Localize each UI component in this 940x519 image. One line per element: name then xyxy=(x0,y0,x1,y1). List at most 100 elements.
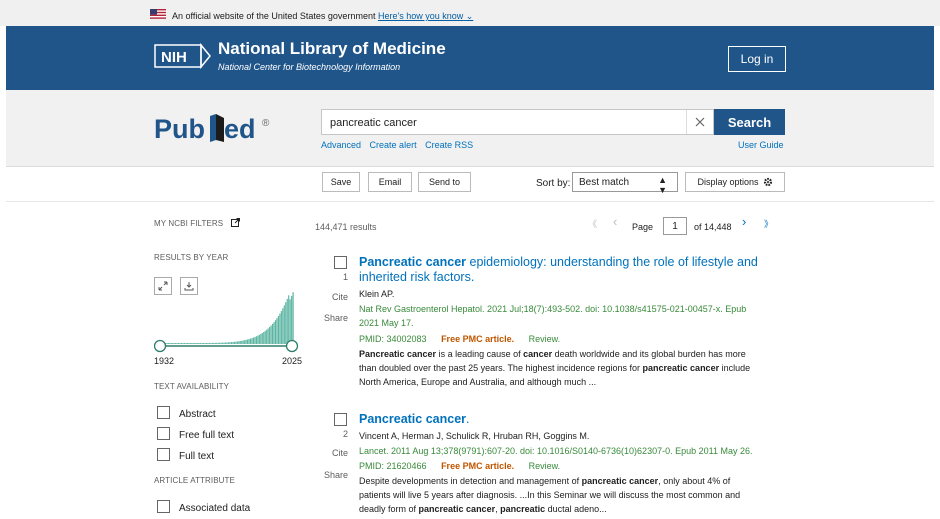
histogram-bar[interactable] xyxy=(217,342,219,344)
histogram-bar[interactable] xyxy=(273,322,275,344)
search-input[interactable] xyxy=(330,116,680,130)
histogram-bar[interactable] xyxy=(257,335,259,344)
create-rss-link[interactable]: Create RSS xyxy=(425,140,473,150)
cite-button[interactable]: Cite xyxy=(318,448,348,458)
histogram-bar[interactable] xyxy=(254,336,256,344)
checkbox[interactable] xyxy=(157,500,170,513)
histogram-bar[interactable] xyxy=(261,332,263,344)
histogram-bar[interactable] xyxy=(191,342,193,344)
histogram-bar[interactable] xyxy=(270,325,272,344)
how-you-know-link[interactable]: Here's how you know ⌄ xyxy=(378,11,473,21)
clear-search-button[interactable] xyxy=(686,110,713,134)
histogram-bar[interactable] xyxy=(241,340,243,344)
histogram-bar[interactable] xyxy=(277,315,280,344)
histogram-bar[interactable] xyxy=(251,338,253,344)
histogram-bar[interactable] xyxy=(227,342,230,344)
histogram-bar[interactable] xyxy=(238,341,240,344)
histogram-bar[interactable] xyxy=(220,342,222,344)
results-by-year-histogram[interactable] xyxy=(154,272,302,354)
histogram-bar[interactable] xyxy=(279,313,281,344)
histogram-bar[interactable] xyxy=(175,342,177,344)
histogram-bar[interactable] xyxy=(233,341,235,344)
histogram-bar[interactable] xyxy=(214,342,216,344)
histogram-bar[interactable] xyxy=(236,341,238,344)
histogram-bar[interactable] xyxy=(230,342,233,344)
histogram-bar[interactable] xyxy=(274,320,277,344)
histogram-bar[interactable] xyxy=(186,342,188,344)
histogram-bar[interactable] xyxy=(166,343,168,344)
histogram-bar[interactable] xyxy=(283,305,285,344)
histogram-bar[interactable] xyxy=(210,342,212,344)
filter-full-text[interactable]: Full text xyxy=(157,448,214,462)
sort-select[interactable]: Best match ▲ ▼ xyxy=(572,172,678,195)
histogram-bar[interactable] xyxy=(266,329,268,344)
checkbox[interactable] xyxy=(157,448,170,461)
histogram-bar[interactable] xyxy=(197,342,199,344)
histogram-bar[interactable] xyxy=(285,302,287,344)
histogram-bar[interactable] xyxy=(288,295,290,344)
histogram-bar[interactable] xyxy=(173,342,175,344)
histogram-bar[interactable] xyxy=(255,336,257,344)
login-button[interactable]: Log in xyxy=(728,46,786,72)
search-field[interactable] xyxy=(321,109,714,135)
pubmed-logo[interactable]: Pub ed ® xyxy=(154,106,284,146)
nlm-title[interactable]: National Library of Medicine xyxy=(218,39,446,59)
histogram-bar[interactable] xyxy=(178,342,180,344)
advanced-link[interactable]: Advanced xyxy=(321,140,361,150)
histogram-bar[interactable] xyxy=(213,342,215,344)
histogram-bar[interactable] xyxy=(263,331,265,344)
result-title[interactable]: Pancreatic cancer epidemiology: understa… xyxy=(359,255,758,285)
histogram-bar[interactable] xyxy=(205,342,208,344)
save-button[interactable]: Save xyxy=(322,172,360,192)
histogram-bar[interactable] xyxy=(207,342,209,344)
histogram-bar[interactable] xyxy=(286,298,288,344)
histogram-bar[interactable] xyxy=(245,339,247,344)
histogram-bar[interactable] xyxy=(194,342,196,344)
histogram-bar[interactable] xyxy=(189,342,191,344)
histogram-bar[interactable] xyxy=(258,334,260,344)
histogram-bar[interactable] xyxy=(271,323,274,344)
histogram-bar[interactable] xyxy=(249,338,252,344)
histogram-bar[interactable] xyxy=(180,342,183,344)
histogram-bar[interactable] xyxy=(195,342,197,344)
histogram-bar[interactable] xyxy=(229,342,231,344)
histogram-bar[interactable] xyxy=(185,342,187,344)
histogram-bar[interactable] xyxy=(252,337,255,344)
result-checkbox[interactable] xyxy=(334,256,347,269)
histogram-bar[interactable] xyxy=(176,342,178,344)
checkbox[interactable] xyxy=(157,406,170,419)
share-button[interactable]: Share xyxy=(318,313,348,323)
histogram-bar[interactable] xyxy=(167,343,169,344)
cite-button[interactable]: Cite xyxy=(318,292,348,302)
first-page-icon[interactable]: 《 xyxy=(588,217,597,230)
histogram-bar[interactable] xyxy=(204,342,206,344)
histogram-bar[interactable] xyxy=(169,343,171,344)
histogram-bar[interactable] xyxy=(226,342,228,344)
last-page-icon[interactable]: 》 xyxy=(764,217,773,230)
histogram-bar[interactable] xyxy=(267,328,269,344)
page-number-input[interactable]: 1 xyxy=(663,217,687,235)
display-options-button[interactable]: Display options xyxy=(685,172,785,192)
year-range-start-handle[interactable] xyxy=(154,339,167,353)
histogram-bar[interactable] xyxy=(264,330,266,344)
search-button[interactable]: Search xyxy=(714,109,785,135)
histogram-bar[interactable] xyxy=(223,342,225,344)
histogram-bar[interactable] xyxy=(269,326,271,344)
histogram-bar[interactable] xyxy=(276,318,278,344)
result-title[interactable]: Pancreatic cancer. xyxy=(359,412,470,427)
next-page-icon[interactable]: › xyxy=(742,214,746,229)
result-checkbox[interactable] xyxy=(334,413,347,426)
histogram-bar[interactable] xyxy=(239,341,241,344)
histogram-bar[interactable] xyxy=(192,342,194,344)
histogram-bar[interactable] xyxy=(292,292,294,344)
filter-free-full-text[interactable]: Free full text xyxy=(157,427,234,441)
year-range-end-handle[interactable] xyxy=(285,339,299,353)
histogram-bar[interactable] xyxy=(211,342,213,344)
send-to-button[interactable]: Send to xyxy=(418,172,471,192)
histogram-bar[interactable] xyxy=(172,342,174,344)
histogram-bar[interactable] xyxy=(225,342,227,344)
histogram-bar[interactable] xyxy=(183,342,186,344)
histogram-bar[interactable] xyxy=(222,342,224,344)
histogram-bar[interactable] xyxy=(216,342,218,344)
histogram-bar[interactable] xyxy=(208,342,211,344)
